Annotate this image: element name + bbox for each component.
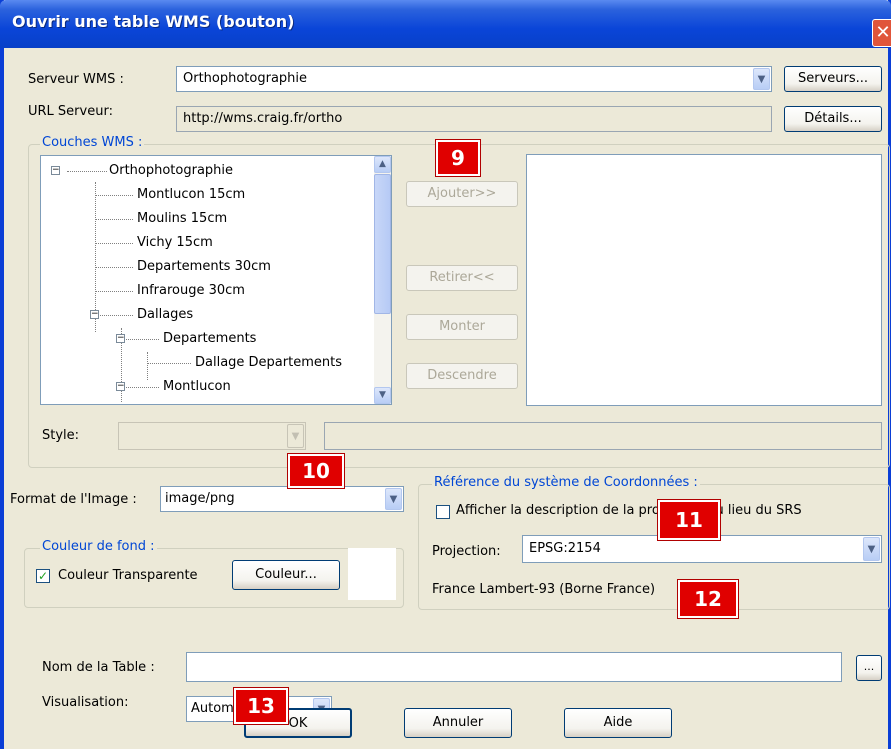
tree-item[interactable]: Dallage Departements	[195, 352, 342, 374]
layers-group-title: Couches WMS :	[40, 135, 145, 150]
tree-item[interactable]: Dallages	[137, 304, 193, 326]
close-icon: ✕	[875, 22, 891, 43]
color-button[interactable]: Couleur...	[232, 560, 340, 590]
wms-dialog: Ouvrir une table WMS (bouton) ✕ Serveur …	[0, 0, 891, 749]
tree-item[interactable]: Montlucon 15cm	[137, 184, 245, 206]
display-label: Visualisation:	[42, 695, 129, 710]
chevron-down-icon[interactable]: ▼	[753, 68, 770, 90]
scrollbar-thumb[interactable]	[374, 174, 391, 314]
close-button[interactable]: ✕	[872, 19, 891, 47]
server-combo[interactable]: Orthophotographie ▼	[176, 66, 772, 92]
collapse-icon[interactable]: −	[51, 166, 60, 175]
window-title: Ouvrir une table WMS (bouton)	[12, 12, 295, 31]
tree-connector	[121, 387, 159, 388]
cancel-button[interactable]: Annuler	[404, 708, 512, 738]
transparent-label[interactable]: Couleur Transparente	[58, 568, 198, 583]
collapse-icon[interactable]: −	[116, 382, 125, 391]
style-description-field	[324, 422, 882, 450]
tree-item[interactable]: Departements	[163, 328, 256, 350]
background-group-title: Couleur de fond :	[40, 539, 157, 554]
add-button[interactable]: Ajouter>>	[406, 181, 518, 207]
servers-button[interactable]: Serveurs...	[784, 66, 882, 92]
projection-label: Projection:	[432, 544, 501, 559]
crs-group-title: Référence du système de Coordonnées :	[432, 475, 700, 490]
tree-item[interactable]: Moulins 15cm	[137, 208, 227, 230]
server-combo-value: Orthophotographie	[183, 71, 308, 86]
format-combo-value: image/png	[165, 491, 235, 506]
show-description-checkbox[interactable]	[436, 505, 450, 519]
arrow-down-icon[interactable]: ▼	[374, 387, 391, 404]
collapse-icon[interactable]: −	[116, 334, 125, 343]
url-field: http://wms.craig.fr/ortho	[176, 106, 772, 132]
tree-scrollbar[interactable]: ▲ ▼	[374, 156, 391, 404]
chevron-down-icon[interactable]: ▼	[385, 488, 402, 510]
tree-item[interactable]: Infrarouge 30cm	[137, 280, 245, 302]
transparent-checkbox[interactable]: ✓	[36, 569, 50, 583]
display-combo-value: Autom	[191, 701, 234, 716]
show-description-label[interactable]: Afficher la description de la projection…	[456, 503, 802, 518]
url-label: URL Serveur:	[28, 104, 113, 119]
tree-connector	[147, 352, 148, 380]
tree-connector	[121, 339, 159, 340]
details-button[interactable]: Détails...	[784, 106, 882, 132]
tree-connector	[95, 219, 133, 220]
chevron-down-icon[interactable]: ▼	[287, 424, 304, 448]
up-button[interactable]: Monter	[406, 314, 518, 340]
server-label: Serveur WMS :	[28, 72, 124, 87]
help-button[interactable]: Aide	[564, 708, 672, 738]
tree-item[interactable]: Vichy 15cm	[137, 232, 213, 254]
callout-badge: 11	[657, 499, 721, 541]
browse-button[interactable]: ...	[856, 655, 882, 681]
callout-badge: 13	[233, 687, 289, 725]
tree-connector	[95, 195, 133, 196]
callout-badge: 10	[287, 453, 345, 489]
chevron-down-icon[interactable]: ▼	[863, 537, 880, 561]
format-label: Format de l'Image :	[10, 492, 137, 507]
title-bar[interactable]: Ouvrir une table WMS (bouton) ✕	[0, 0, 891, 48]
collapse-icon[interactable]: −	[90, 310, 99, 319]
style-combo[interactable]: ▼	[118, 422, 306, 450]
callout-badge: 9	[435, 139, 481, 177]
tree-connector	[147, 363, 191, 364]
tree-item[interactable]: Departements 30cm	[137, 256, 271, 278]
projection-description: France Lambert-93 (Borne France)	[432, 582, 656, 597]
tree-item[interactable]: Montlucon	[163, 376, 231, 398]
format-combo[interactable]: image/png ▼	[160, 486, 404, 512]
down-button[interactable]: Descendre	[406, 363, 518, 389]
tree-item[interactable]: Orthophotographie	[109, 160, 233, 182]
tree-connector	[95, 243, 133, 244]
remove-button[interactable]: Retirer<<	[406, 265, 518, 291]
table-name-label: Nom de la Table :	[42, 660, 155, 675]
tree-connector	[95, 291, 133, 292]
layers-tree[interactable]: − − − − Orthophotographie Montlucon 15cm…	[40, 155, 392, 405]
table-name-input[interactable]	[186, 652, 842, 682]
projection-combo-value: EPSG:2154	[529, 541, 601, 556]
style-label: Style:	[42, 428, 80, 443]
tree-connector	[95, 267, 133, 268]
selected-layers-list[interactable]	[526, 154, 882, 406]
color-swatch	[348, 548, 396, 600]
callout-badge: 12	[677, 579, 739, 619]
tree-connector	[67, 171, 107, 172]
arrow-up-icon[interactable]: ▲	[374, 156, 391, 173]
tree-connector	[95, 315, 133, 316]
